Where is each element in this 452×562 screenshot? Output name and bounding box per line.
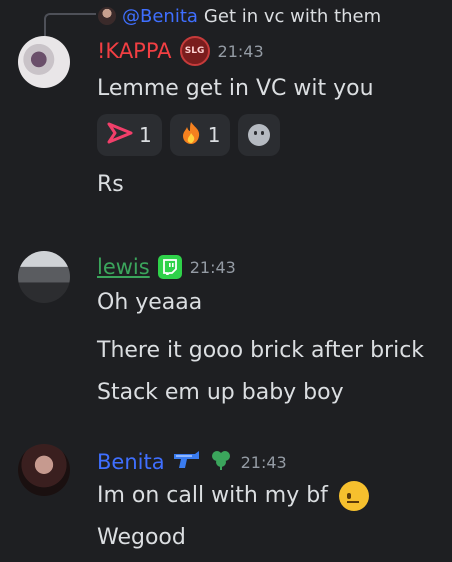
message-text: Oh yeaaa	[97, 290, 203, 315]
reaction-count: 1	[139, 123, 152, 147]
message-group: lewis 21:43 Oh yeaaa There it gooo brick…	[97, 252, 444, 408]
message-group: !KAPPA SLG 21:43 Lemme get in VC wit you…	[97, 36, 444, 200]
message-text: There it gooo brick after brick	[97, 338, 425, 363]
avatar[interactable]	[18, 251, 70, 303]
reply-text: Get in vc with them	[203, 5, 382, 27]
fire-emoji-icon	[180, 121, 202, 150]
message-header: Benita 21:43	[97, 447, 444, 477]
timestamp: 21:43	[240, 452, 287, 472]
reactions-bar: 1 1	[97, 114, 444, 156]
message-header: lewis 21:43	[97, 252, 444, 282]
reaction-fire[interactable]: 1	[169, 114, 231, 156]
arrow-emoji-icon	[107, 122, 133, 149]
avatar[interactable]	[18, 36, 70, 88]
smiley-icon	[248, 124, 271, 146]
message-header: !KAPPA SLG 21:43	[97, 36, 444, 66]
face-emoji-icon	[338, 481, 369, 511]
author-name[interactable]: lewis	[97, 255, 150, 279]
message-text-row: Im on call with my bf	[97, 481, 444, 511]
message-text: Lemme get in VC wit you	[97, 76, 374, 101]
author-name[interactable]: Benita	[97, 450, 165, 474]
message-text: Wegood	[97, 525, 186, 550]
reaction-count: 1	[207, 123, 221, 147]
reply-avatar	[98, 7, 116, 25]
add-reaction-button[interactable]	[238, 114, 281, 156]
message-text: Im on call with my bf	[97, 483, 328, 508]
gun-icon[interactable]	[173, 448, 201, 476]
reaction-arrow[interactable]: 1	[97, 114, 162, 156]
message-group: Benita 21:43 Im on call with my bf Wegoo…	[97, 447, 444, 553]
role-badge-icon[interactable]: SLG	[179, 36, 210, 66]
timestamp: 21:43	[189, 257, 236, 277]
message-text: Stack em up baby boy	[97, 380, 344, 405]
clover-icon[interactable]	[209, 449, 233, 475]
author-name[interactable]: !KAPPA	[97, 39, 172, 63]
reply-preview[interactable]: @Benita Get in vc with them	[58, 2, 381, 30]
reply-author[interactable]: @Benita	[122, 6, 198, 27]
twitch-icon[interactable]	[157, 255, 182, 279]
avatar[interactable]	[18, 444, 70, 496]
timestamp: 21:43	[217, 41, 264, 61]
message-text: Rs	[97, 172, 124, 197]
